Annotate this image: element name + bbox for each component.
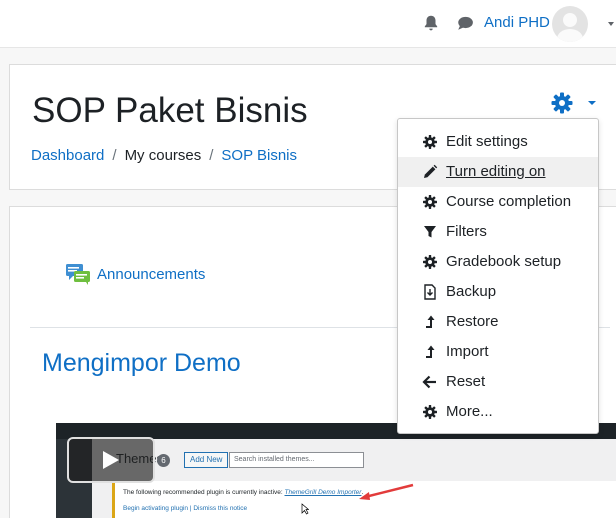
wp-add-new-button: Add New — [184, 452, 229, 468]
level-up-icon — [426, 315, 435, 328]
red-arrow-icon — [359, 483, 414, 500]
avatar[interactable] — [552, 6, 588, 42]
arrow-left-icon — [422, 375, 436, 389]
chevron-down-icon[interactable] — [605, 14, 616, 32]
section-title[interactable]: Mengimpor Demo — [42, 349, 241, 378]
menu-item-label: Filters — [446, 223, 487, 240]
menu-item-turn-editing-on[interactable]: Turn editing on — [398, 157, 598, 187]
pencil-icon — [424, 164, 438, 178]
level-up-icon — [426, 345, 435, 358]
video-embed[interactable]: Themes 6 Add New Search installed themes… — [56, 423, 616, 518]
gear-icon — [423, 195, 437, 209]
wp-theme-count: 6 — [157, 454, 170, 467]
top-navbar: Andi PHD — [0, 0, 616, 48]
gear-icon — [423, 135, 437, 149]
gear-icon — [423, 255, 437, 269]
gear-icon — [551, 92, 573, 114]
menu-item-import[interactable]: Import — [398, 337, 598, 367]
menu-item-more[interactable]: More... — [398, 397, 598, 427]
wp-plugin-notice: The following recommended plugin is curr… — [112, 481, 616, 518]
avatar-placeholder-icon — [557, 13, 583, 42]
wp-search-input: Search installed themes... — [229, 452, 364, 468]
play-button[interactable] — [67, 437, 155, 483]
menu-item-label: Reset — [446, 373, 486, 390]
chat-bubble-icon[interactable] — [456, 14, 474, 32]
breadcrumb-my-courses: My courses — [124, 147, 202, 164]
wp-notice-actions: Begin activating plugin | Dismiss this n… — [123, 505, 248, 512]
menu-item-label: Restore — [446, 313, 499, 330]
breadcrumb-course[interactable]: SOP Bisnis — [221, 147, 297, 164]
caret-down-icon — [588, 101, 596, 105]
menu-item-label: Edit settings — [446, 133, 528, 150]
gear-icon — [423, 405, 437, 419]
wp-notice-text: The following recommended plugin is curr… — [123, 489, 363, 496]
user-name[interactable]: Andi PHD — [484, 14, 550, 31]
menu-item-filters[interactable]: Filters — [398, 217, 598, 247]
menu-item-course-completion[interactable]: Course completion — [398, 187, 598, 217]
announcements-label: Announcements — [97, 265, 206, 283]
menu-item-label: Backup — [446, 283, 497, 300]
file-download-icon — [424, 284, 436, 300]
menu-item-edit-settings[interactable]: Edit settings — [398, 127, 598, 157]
announcements-link[interactable]: Announcements — [65, 262, 205, 286]
filter-icon — [424, 226, 436, 238]
course-settings-dropdown: Edit settings Turn editing on Course com… — [397, 118, 599, 434]
menu-item-label: More... — [446, 403, 493, 420]
breadcrumb-dashboard[interactable]: Dashboard — [31, 147, 104, 164]
menu-item-reset[interactable]: Reset — [398, 367, 598, 397]
cursor-icon — [301, 503, 309, 515]
wp-notice-link: ThemeGrill Demo Importer — [284, 489, 362, 496]
forum-icon — [66, 264, 90, 285]
breadcrumb-separator: / — [209, 147, 214, 164]
menu-item-gradebook-setup[interactable]: Gradebook setup — [398, 247, 598, 277]
menu-item-backup[interactable]: Backup — [398, 277, 598, 307]
breadcrumb-separator: / — [112, 147, 117, 164]
play-icon — [103, 451, 119, 469]
menu-item-restore[interactable]: Restore — [398, 307, 598, 337]
menu-item-label: Course completion — [446, 193, 572, 210]
course-settings-button[interactable] — [550, 91, 600, 115]
menu-item-label: Turn editing on — [446, 163, 546, 180]
menu-item-label: Import — [446, 343, 489, 360]
bell-icon[interactable] — [422, 14, 440, 32]
wp-notice-prefix: The following recommended plugin is curr… — [123, 489, 285, 496]
page-title: SOP Paket Bisnis — [32, 91, 308, 130]
breadcrumb: Dashboard / My courses / SOP Bisnis — [31, 147, 297, 164]
menu-item-label: Gradebook setup — [446, 253, 562, 270]
